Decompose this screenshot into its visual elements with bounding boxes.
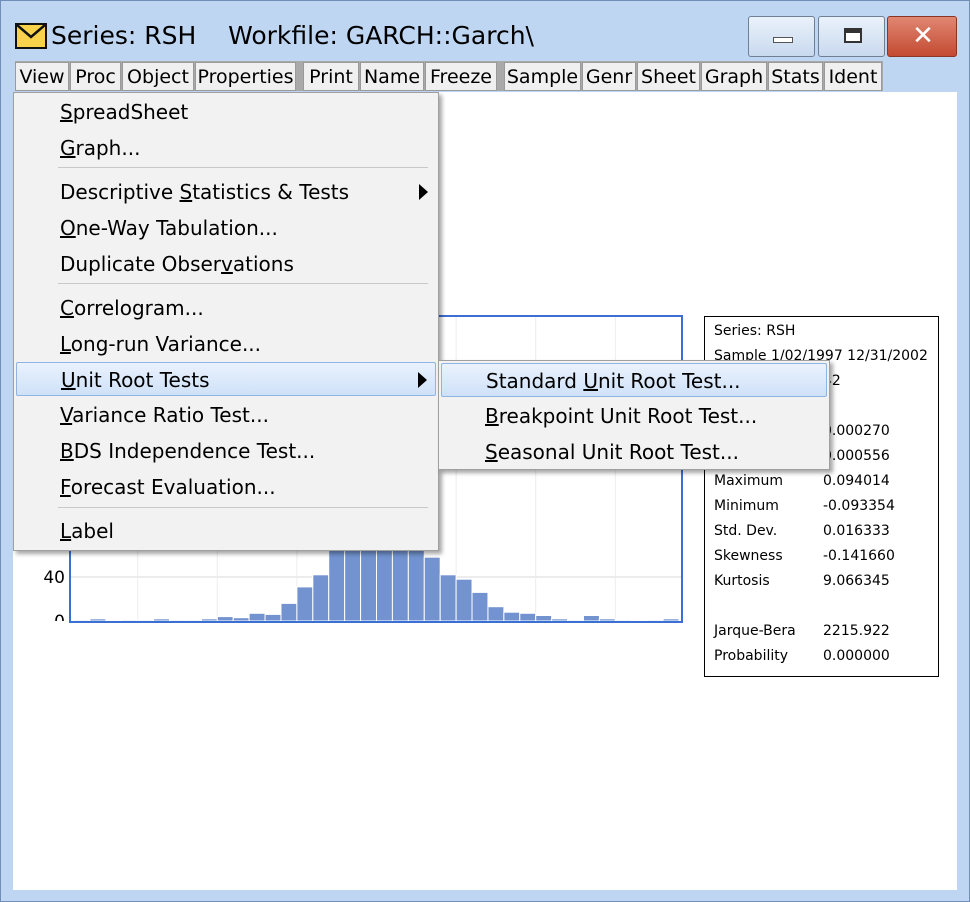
menu-item-mnemonic: V	[60, 403, 73, 427]
stats-label: Std. Dev.	[714, 523, 778, 539]
genr-button[interactable]: Genr	[582, 62, 636, 91]
view-menu: SpreadSheet Graph... Descriptive Statistic…	[13, 92, 439, 551]
menu-item-text: nit Root Tests	[75, 368, 210, 392]
menu-item-mnemonic: B	[485, 404, 499, 428]
menu-item-graph[interactable]: Graph...	[16, 131, 436, 165]
minimize-icon	[773, 37, 793, 43]
menu-item-mnemonic: C	[60, 296, 74, 320]
y-tick-label: 40	[43, 568, 65, 588]
menu-separator	[58, 507, 428, 508]
maximize-button[interactable]	[818, 16, 885, 57]
proc-button[interactable]: Proc	[70, 62, 121, 91]
unit-root-submenu: Standard Unit Root Test... Breakpoint Uni…	[438, 360, 830, 470]
menu-item-mnemonic: U	[61, 368, 76, 392]
maximize-icon	[844, 28, 862, 43]
menu-item-mnemonic: L	[60, 519, 72, 543]
stats-value: -0.093354	[823, 498, 895, 514]
properties-button[interactable]: Properties	[195, 62, 296, 91]
menu-item-mnemonic: U	[583, 369, 598, 393]
stats-value: 0.000000	[823, 648, 890, 664]
menu-item-text: orrelogram...	[73, 296, 204, 320]
menu-item-label[interactable]: Label	[16, 514, 436, 548]
stats-value: 0.016333	[823, 523, 890, 539]
menu-item-unit-root-tests[interactable]: Unit Root Tests	[16, 362, 436, 396]
stats-button[interactable]: Stats	[768, 62, 823, 91]
menu-item-mnemonic: S	[179, 180, 193, 204]
minimize-button[interactable]	[748, 16, 815, 57]
ident-button[interactable]: Ident	[824, 62, 882, 91]
menu-item-mnemonic: S	[60, 100, 73, 124]
menu-item-text: tatistics & Tests	[192, 180, 350, 204]
stats-label: Skewness	[714, 548, 783, 564]
menu-item-mnemonic: S	[485, 440, 498, 464]
menu-item-one-way-tabulation[interactable]: One-Way Tabulation...	[16, 211, 436, 245]
menu-item-text: ations	[232, 252, 294, 276]
title-bar[interactable]: Series: RSH Workfile: GARCH::Garch\ ✕	[1, 1, 969, 61]
object-button[interactable]: Object	[122, 62, 194, 91]
submenu-arrow-icon	[419, 184, 428, 200]
close-button[interactable]: ✕	[887, 16, 957, 57]
envelope-icon	[15, 23, 47, 49]
stats-value: 0.094014	[823, 473, 890, 489]
menu-item-text: raph...	[75, 136, 141, 160]
menu-item-text: ariance Ratio Test...	[72, 403, 269, 427]
menu-item-mnemonic: L	[60, 332, 71, 356]
menu-item-mnemonic: B	[60, 439, 74, 463]
histogram-axes: -0.075-0.050-0.0250.0000.0250.0500.07540…	[43, 568, 65, 621]
menu-item-variance-ratio-test[interactable]: Variance Ratio Test...	[16, 398, 436, 432]
menu-item-forecast-evaluation[interactable]: Forecast Evaluation...	[16, 470, 436, 504]
submenu-arrow-icon	[418, 372, 427, 388]
menu-item-spreadsheet[interactable]: SpreadSheet	[16, 95, 436, 129]
sheet-button[interactable]: Sheet	[637, 62, 700, 91]
menu-item-text: Descriptive	[60, 180, 180, 204]
stats-series-label: Series: RSH	[714, 323, 796, 339]
menu-item-text: abel	[71, 519, 114, 543]
graph-button[interactable]: Graph	[701, 62, 767, 91]
menu-item-mnemonic: F	[60, 475, 71, 499]
y-tick-label: 0	[54, 612, 65, 621]
series-window: Series: RSH Workfile: GARCH::Garch\ ✕ Vi…	[0, 0, 970, 902]
name-button[interactable]: Name	[360, 62, 424, 91]
freeze-button[interactable]: Freeze	[425, 62, 497, 91]
menu-item-text: preadSheet	[72, 100, 189, 124]
menu-item-text: Duplicate Obser	[60, 252, 222, 276]
menu-item-text: ne-Way Tabulation...	[75, 216, 278, 240]
menu-item-descriptive-stats[interactable]: Descriptive Statistics & Tests	[16, 175, 436, 209]
menu-item-mnemonic: G	[60, 136, 76, 160]
sample-button[interactable]: Sample	[504, 62, 581, 91]
stats-median-value: 0.000556	[823, 448, 890, 464]
menu-separator	[58, 283, 428, 284]
close-icon: ✕	[912, 21, 934, 51]
menu-item-mnemonic: O	[60, 216, 76, 240]
stats-label: Minimum	[714, 498, 779, 514]
print-button[interactable]: Print	[303, 62, 359, 91]
menu-item-text: Standard	[486, 369, 584, 393]
stats-label: Maximum	[714, 473, 783, 489]
menu-item-mnemonic: v	[221, 252, 233, 276]
stats-label: Jarque-Bera	[714, 623, 796, 639]
stats-value: -0.141660	[823, 548, 895, 564]
submenu-item-seasonal-unit-root[interactable]: Seasonal Unit Root Test...	[441, 435, 827, 469]
menu-item-text: ong-run Variance...	[70, 332, 262, 356]
stats-label: Probability	[714, 648, 789, 664]
stats-mean-value: 0.000270	[823, 423, 890, 439]
menu-item-duplicate-observations[interactable]: Duplicate Observations	[16, 247, 436, 281]
menu-item-text: DS Independence Test...	[73, 439, 316, 463]
menu-item-text: nit Root Test...	[597, 369, 741, 393]
menu-separator	[58, 167, 428, 168]
menu-item-text: easonal Unit Root Test...	[497, 440, 739, 464]
stats-value: 9.066345	[823, 573, 890, 589]
menu-item-text: reakpoint Unit Root Test...	[498, 404, 758, 428]
stats-value: 2215.922	[823, 623, 890, 639]
menu-item-correlogram[interactable]: Correlogram...	[16, 291, 436, 325]
view-button[interactable]: View	[15, 62, 69, 91]
submenu-item-standard-unit-root[interactable]: Standard Unit Root Test...	[441, 363, 827, 397]
menu-item-text: orecast Evaluation...	[70, 475, 276, 499]
window-title: Series: RSH Workfile: GARCH::Garch\	[51, 21, 534, 50]
menu-item-long-run-variance[interactable]: Long-run Variance...	[16, 327, 436, 361]
menu-item-bds-independence-test[interactable]: BDS Independence Test...	[16, 434, 436, 468]
submenu-item-breakpoint-unit-root[interactable]: Breakpoint Unit Root Test...	[441, 399, 827, 433]
stats-label: Kurtosis	[714, 573, 770, 589]
